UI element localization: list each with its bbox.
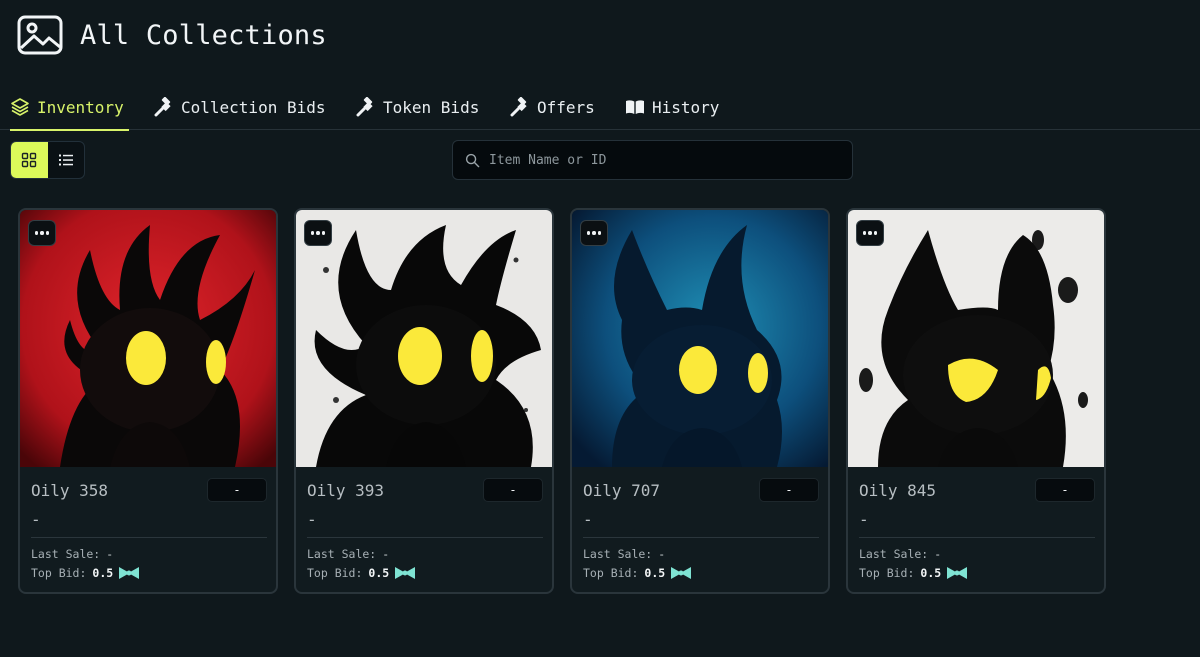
top-bid-row: Top Bid: 0.5 [583,566,692,580]
last-sale-value: - [658,547,666,561]
last-sale-value: - [382,547,390,561]
last-sale-label: Last Sale: [31,547,101,561]
token-subtitle: - [31,510,41,529]
more-icon [34,231,39,235]
more-options-button[interactable] [28,220,56,246]
price-button[interactable]: - [759,478,819,502]
top-bid-label: Top Bid: [307,566,363,580]
token-name: Oily 393 [307,481,385,500]
top-bid-label: Top Bid: [583,566,639,580]
last-sale-label: Last Sale: [583,547,653,561]
top-bid-value: 0.5 [92,566,114,580]
top-bid-label: Top Bid: [31,566,87,580]
last-sale-row: Last Sale: - [31,547,113,561]
more-icon [862,231,867,235]
tab-offers[interactable]: Offers [510,84,595,130]
bowtie-token-icon [119,567,140,579]
more-icon [586,231,591,235]
tab-inventory[interactable]: Inventory [10,84,129,131]
grid-icon [22,152,37,168]
search-box [452,140,853,180]
token-subtitle: - [583,510,593,529]
page-title: All Collections [80,19,327,51]
token-name: Oily 845 [859,481,937,500]
layers-icon [11,98,29,116]
image-icon [17,15,63,55]
token-card[interactable]: Oily 707 - - Last Sale: - Top Bid: 0.5 [570,208,830,594]
page-header: All Collections [17,15,327,55]
token-card[interactable]: Oily 358 - - Last Sale: - Top Bid: 0.5 [18,208,278,594]
token-image [20,210,276,467]
last-sale-row: Last Sale: - [307,547,389,561]
gavel-icon [356,97,373,117]
top-bid-row: Top Bid: 0.5 [307,566,416,580]
token-subtitle: - [859,510,869,529]
divider [859,537,1095,538]
token-card[interactable]: Oily 845 - - Last Sale: - Top Bid: 0.5 [846,208,1106,594]
inventory-page: All Collections Inventory Collection Bid… [0,0,1200,657]
tab-label: Collection Bids [181,97,326,117]
more-options-button[interactable] [580,220,608,246]
divider [307,537,543,538]
bowtie-token-icon [395,567,416,579]
more-options-button[interactable] [856,220,884,246]
gavel-icon [154,97,171,117]
tab-label: Token Bids [383,97,480,117]
tab-bar: Inventory Collection Bids Token Bids Off… [0,84,1200,131]
top-bid-label: Top Bid: [859,566,915,580]
list-view-button[interactable] [48,142,85,178]
token-name: Oily 358 [31,481,109,500]
last-sale-value: - [106,547,114,561]
token-card[interactable]: Oily 393 - - Last Sale: - Top Bid: 0.5 [294,208,554,594]
last-sale-label: Last Sale: [859,547,929,561]
last-sale-label: Last Sale: [307,547,377,561]
view-toggle [10,141,85,179]
top-bid-value: 0.5 [920,566,942,580]
price-button[interactable]: - [483,478,543,502]
divider [31,537,267,538]
grid-view-button[interactable] [11,142,48,178]
divider [583,537,819,538]
tab-label: History [652,97,720,117]
top-bid-value: 0.5 [644,566,666,580]
tab-collection-bids[interactable]: Collection Bids [154,84,326,130]
token-name: Oily 707 [583,481,661,500]
last-sale-row: Last Sale: - [859,547,941,561]
tab-token-bids[interactable]: Token Bids [356,84,479,130]
token-image [848,210,1104,467]
book-icon [626,100,644,114]
tab-label: Inventory [37,97,124,117]
last-sale-value: - [934,547,942,561]
top-bid-row: Top Bid: 0.5 [859,566,968,580]
bowtie-token-icon [671,567,692,579]
bowtie-token-icon [947,567,968,579]
price-button[interactable]: - [1035,478,1095,502]
search-input[interactable] [489,152,852,168]
list-icon [58,154,73,166]
token-subtitle: - [307,510,317,529]
tab-label: Offers [537,97,595,117]
price-button[interactable]: - [207,478,267,502]
last-sale-row: Last Sale: - [583,547,665,561]
token-image [572,210,828,467]
more-icon [310,231,315,235]
top-bid-value: 0.5 [368,566,390,580]
search-icon [465,153,480,167]
more-options-button[interactable] [304,220,332,246]
token-image [296,210,552,467]
gavel-icon [510,97,527,117]
tab-history[interactable]: History [625,84,719,130]
top-bid-row: Top Bid: 0.5 [31,566,140,580]
